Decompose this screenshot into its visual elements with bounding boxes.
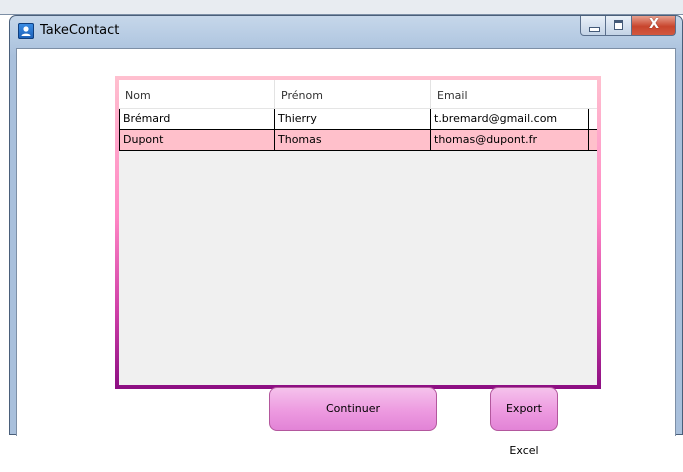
column-header-email[interactable]: Email — [431, 80, 589, 108]
contacts-grid[interactable]: Nom Prénom Email Brémard Thierry t.brema… — [119, 80, 597, 385]
minimize-icon — [589, 27, 600, 32]
close-icon: X — [648, 17, 660, 32]
caption-buttons: X — [580, 16, 676, 36]
parent-window-border — [0, 0, 683, 15]
cell-prenom[interactable]: Thomas — [275, 130, 431, 150]
window-title: TakeContact — [40, 23, 120, 38]
close-button[interactable]: X — [632, 16, 676, 36]
column-header-nom[interactable]: Nom — [119, 80, 275, 108]
column-header-prenom[interactable]: Prénom — [275, 80, 431, 108]
grid-header: Nom Prénom Email — [119, 80, 597, 109]
export-excel-button[interactable]: Export Excel — [490, 387, 558, 457]
minimize-button[interactable] — [580, 16, 606, 36]
maximize-button[interactable] — [606, 16, 632, 36]
contact-card-icon — [18, 23, 34, 39]
takecontact-window: TakeContact X Nom Prénom Email Brémard T… — [9, 15, 683, 457]
cell-email[interactable]: t.bremard@gmail.com — [431, 109, 589, 129]
cell-nom[interactable]: Brémard — [119, 109, 275, 129]
client-area: Nom Prénom Email Brémard Thierry t.brema… — [16, 48, 676, 457]
cell-prenom[interactable]: Thierry — [275, 109, 431, 129]
cell-email[interactable]: thomas@dupont.fr — [431, 130, 589, 150]
maximize-icon — [614, 20, 623, 30]
table-row[interactable]: Brémard Thierry t.bremard@gmail.com — [119, 109, 597, 130]
contacts-grid-frame: Nom Prénom Email Brémard Thierry t.brema… — [115, 76, 601, 389]
table-row-selected[interactable]: Dupont Thomas thomas@dupont.fr — [119, 130, 597, 151]
continue-button[interactable]: Continuer — [269, 387, 437, 431]
cell-nom[interactable]: Dupont — [119, 130, 275, 150]
title-bar[interactable]: TakeContact X — [10, 16, 682, 48]
